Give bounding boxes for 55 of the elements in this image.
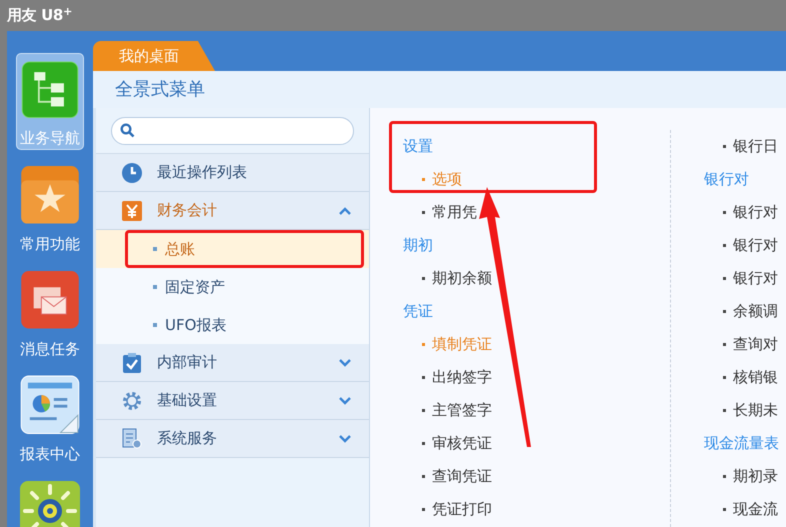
menu-item[interactable]: 常用凭: [432, 201, 477, 224]
gear-icon: [121, 390, 143, 412]
section-label: 最近操作列表: [157, 162, 248, 184]
section-label: 内部审计: [157, 352, 218, 374]
menu-item[interactable]: 查询对: [733, 333, 778, 356]
menu-item[interactable]: 核销银: [733, 366, 778, 389]
chevron-down-icon[interactable]: [339, 396, 351, 404]
chevron-down-icon[interactable]: [339, 358, 351, 366]
menu-item[interactable]: 余额调: [733, 300, 778, 323]
menu-heading: 设置: [403, 136, 433, 158]
menu-item[interactable]: 期初余额: [432, 267, 492, 290]
panel-title: 全景式菜单: [115, 78, 205, 102]
menu-item[interactable]: 期初录: [733, 465, 778, 488]
menu-heading: 凭证: [403, 301, 433, 322]
menu-item[interactable]: 出纳签字: [432, 366, 492, 389]
menu-item[interactable]: 现金流: [733, 498, 778, 521]
section-label: 系统服务: [157, 428, 218, 450]
clock-icon: [121, 162, 143, 184]
nav-section[interactable]: 基础设置: [96, 382, 369, 420]
chevron-up-icon[interactable]: [339, 206, 351, 214]
sidebar-item[interactable]: 报表中心: [16, 368, 84, 465]
menu-item[interactable]: 银行日: [733, 135, 778, 158]
menu-heading: 银行对: [704, 169, 749, 190]
section-label: 基础设置: [157, 390, 218, 412]
report-chart-icon: [19, 375, 81, 434]
menu-item[interactable]: 审核凭证: [432, 432, 492, 455]
menu-item[interactable]: 银行对: [733, 201, 778, 224]
menu-item[interactable]: 查询凭证: [432, 465, 492, 488]
menu-item[interactable]: 银行对: [733, 234, 778, 257]
section-label: 财务会计: [157, 200, 218, 222]
nav-section[interactable]: 最近操作列表: [96, 154, 369, 192]
sun-gear-icon: [19, 480, 81, 527]
menu-item[interactable]: 主管签字: [432, 399, 492, 422]
clipboard-check-icon: [122, 352, 142, 374]
document-gear-icon: [121, 428, 143, 450]
nav-item[interactable]: 总账: [96, 230, 369, 268]
menu-item[interactable]: 银行对: [733, 267, 778, 290]
menu-item[interactable]: 长期未: [733, 399, 778, 422]
chevron-down-icon[interactable]: [339, 434, 351, 442]
sidebar-item[interactable]: 消息任务: [16, 263, 84, 360]
mail-icon: [19, 270, 81, 330]
nav-item[interactable]: 固定资产: [96, 268, 369, 306]
nav-item[interactable]: UFO报表: [96, 306, 369, 344]
menu-heading: 现金流量表: [704, 433, 779, 454]
search-icon: [120, 123, 135, 138]
search-field[interactable]: [111, 116, 354, 144]
star-folder-icon: [19, 165, 81, 224]
nav-section[interactable]: 内部审计: [96, 344, 369, 382]
folder-tree-icon: [19, 61, 81, 118]
yen-icon: [121, 200, 143, 222]
app-title: 用友 U8$^{+}$: [7, 4, 72, 26]
menu-heading: 期初: [403, 235, 433, 256]
sidebar-item[interactable]: 常用功能: [16, 158, 84, 255]
menu-item[interactable]: 凭证打印: [432, 498, 492, 521]
nav-section[interactable]: 系统服务: [96, 420, 369, 458]
